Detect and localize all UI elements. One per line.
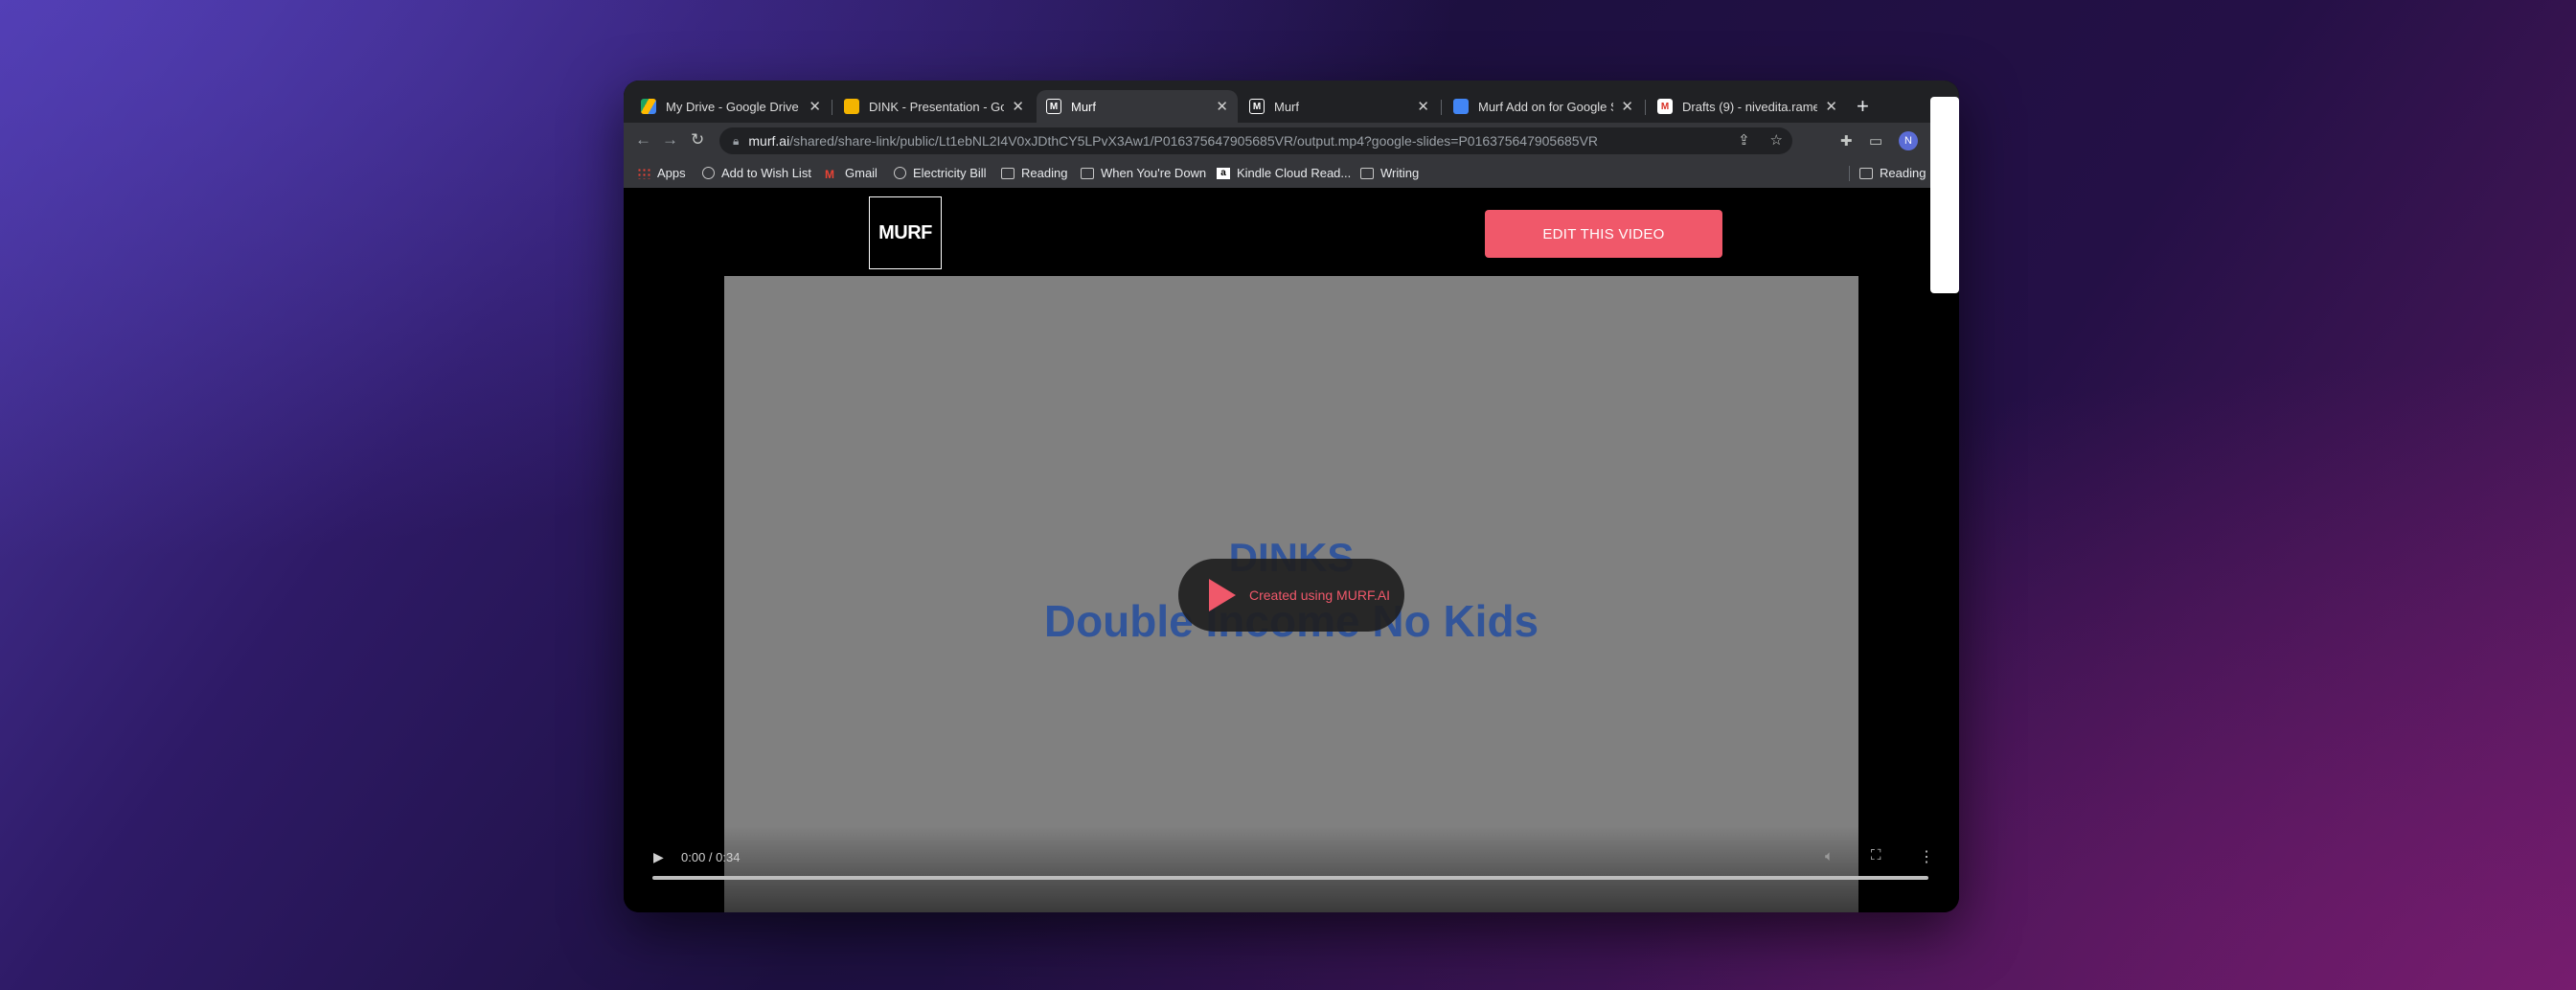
gmail-icon: M: [825, 167, 834, 181]
video-player[interactable]: DINKS Double Income No Kids Created usin…: [724, 276, 1858, 912]
bookmark-label: Reading: [1021, 166, 1068, 180]
tab-title: My Drive - Google Drive: [666, 99, 799, 114]
side-panel-edge: [1930, 97, 1959, 293]
tab-murf-addon[interactable]: Murf Add on for Google Sli ✕: [1444, 90, 1643, 123]
google-slides-icon: [844, 99, 859, 114]
close-icon[interactable]: ✕: [1825, 98, 1837, 115]
video-play-icon[interactable]: ▶: [653, 849, 664, 865]
folder-icon: [1081, 167, 1094, 179]
back-arrow-icon[interactable]: ←: [635, 130, 651, 150]
bookmark-apps[interactable]: Apps: [637, 166, 686, 180]
bookmark-star-icon[interactable]: ☆: [1770, 132, 1783, 149]
close-icon[interactable]: ✕: [1216, 98, 1228, 115]
google-drive-icon: [641, 99, 656, 114]
profile-avatar[interactable]: N: [1899, 131, 1918, 150]
lock-icon: 🔒︎: [733, 133, 740, 148]
browser-toolbar: ← → ↻ 🔒︎ murf.ai/shared/share-link/publi…: [624, 123, 1959, 159]
bookmark-electricity-bill[interactable]: Electricity Bill: [894, 166, 987, 180]
google-docs-icon: [1453, 99, 1469, 114]
amazon-icon: a: [1217, 167, 1230, 179]
globe-icon: [894, 167, 906, 179]
tab-title: Drafts (9) - nivedita.rames: [1682, 99, 1818, 114]
tab-murf-active[interactable]: M Murf ✕: [1037, 90, 1238, 123]
new-tab-button[interactable]: +: [1857, 90, 1869, 123]
bookmark-label: Writing: [1380, 166, 1420, 180]
address-bar[interactable]: 🔒︎ murf.ai/shared/share-link/public/Lt1e…: [719, 127, 1792, 154]
tab-separator: [1645, 100, 1646, 115]
bookmark-label: Electricity Bill: [913, 166, 987, 180]
tab-title: Murf: [1071, 99, 1096, 114]
bookmarks-bar: Apps Add to Wish List M Gmail Electricit…: [624, 159, 1959, 189]
murf-icon: M: [1046, 99, 1061, 114]
edit-this-video-button[interactable]: EDIT THIS VIDEO: [1485, 210, 1722, 258]
close-icon[interactable]: ✕: [1417, 98, 1429, 115]
tab-separator: [1441, 100, 1442, 115]
bookmark-divider: [1849, 166, 1850, 181]
cast-icon[interactable]: ▭: [1869, 132, 1882, 150]
folder-icon: [1001, 167, 1014, 179]
globe-icon: [702, 167, 715, 179]
share-icon[interactable]: ⇪: [1738, 132, 1750, 149]
tab-title: Murf Add on for Google Sli: [1478, 99, 1614, 114]
volume-icon[interactable]: 🔈︎: [1825, 848, 1834, 864]
tab-bar: My Drive - Google Drive ✕ DINK - Present…: [624, 81, 1959, 123]
apps-grid-icon: [637, 167, 650, 179]
murf-icon: M: [1249, 99, 1265, 114]
tab-dink-presentation[interactable]: DINK - Presentation - Goo ✕: [834, 90, 1034, 123]
play-icon: [1209, 579, 1236, 611]
more-options-icon[interactable]: ⋮: [1919, 847, 1934, 866]
extensions-puzzle-icon[interactable]: ✚: [1840, 132, 1853, 150]
tab-title: Murf: [1274, 99, 1299, 114]
bookmark-label: Gmail: [845, 166, 878, 180]
close-icon[interactable]: ✕: [809, 98, 821, 115]
murf-share-page: MURF EDIT THIS VIDEO DINKS Double Income…: [624, 188, 1959, 912]
murf-logo[interactable]: MURF: [869, 196, 942, 269]
url-host: murf.ai: [748, 133, 790, 149]
bookmark-kindle[interactable]: a Kindle Cloud Read...: [1217, 166, 1351, 180]
video-time: 0:00 / 0:34: [681, 850, 741, 864]
reload-icon[interactable]: ↻: [691, 130, 704, 150]
tab-my-drive[interactable]: My Drive - Google Drive ✕: [631, 90, 831, 123]
tab-murf[interactable]: M Murf ✕: [1240, 90, 1439, 123]
reading-list-icon: [1859, 167, 1873, 179]
play-overlay-button[interactable]: Created using MURF.AI: [1178, 559, 1404, 632]
bookmark-label: When You're Down: [1101, 166, 1207, 180]
fullscreen-icon[interactable]: ⛶: [1871, 847, 1881, 863]
video-controls-gradient: [724, 826, 1858, 912]
browser-window: My Drive - Google Drive ✕ DINK - Present…: [624, 81, 1959, 912]
video-progress-bar[interactable]: [652, 876, 1928, 880]
bookmark-writing[interactable]: Writing: [1360, 166, 1419, 180]
bookmark-reading-list[interactable]: Reading L: [1859, 166, 1936, 180]
bookmark-label: Reading L: [1880, 166, 1937, 180]
omnibox-actions: ⇪ ☆: [1738, 131, 1783, 149]
tab-gmail-drafts[interactable]: M Drafts (9) - nivedita.rames ✕: [1648, 90, 1847, 123]
bookmark-reading[interactable]: Reading: [1001, 166, 1067, 180]
gmail-icon: M: [1657, 99, 1673, 114]
url-path: /shared/share-link/public/Lt1ebNL2I4V0xJ…: [789, 133, 1599, 149]
close-icon[interactable]: ✕: [1621, 98, 1633, 115]
close-icon[interactable]: ✕: [1012, 98, 1024, 115]
tab-title: DINK - Presentation - Goo: [869, 99, 1005, 114]
bookmark-gmail[interactable]: M Gmail: [825, 166, 878, 181]
bookmark-label: Add to Wish List: [721, 166, 811, 180]
bookmark-label: Kindle Cloud Read...: [1237, 166, 1352, 180]
bookmark-when-youre-down[interactable]: When You're Down: [1081, 166, 1206, 180]
bookmark-add-to-wish-list[interactable]: Add to Wish List: [702, 166, 811, 180]
forward-arrow-icon[interactable]: →: [662, 130, 678, 150]
folder-icon: [1360, 167, 1374, 179]
bookmark-label: Apps: [657, 166, 686, 180]
overlay-text: Created using MURF.AI: [1249, 587, 1391, 603]
